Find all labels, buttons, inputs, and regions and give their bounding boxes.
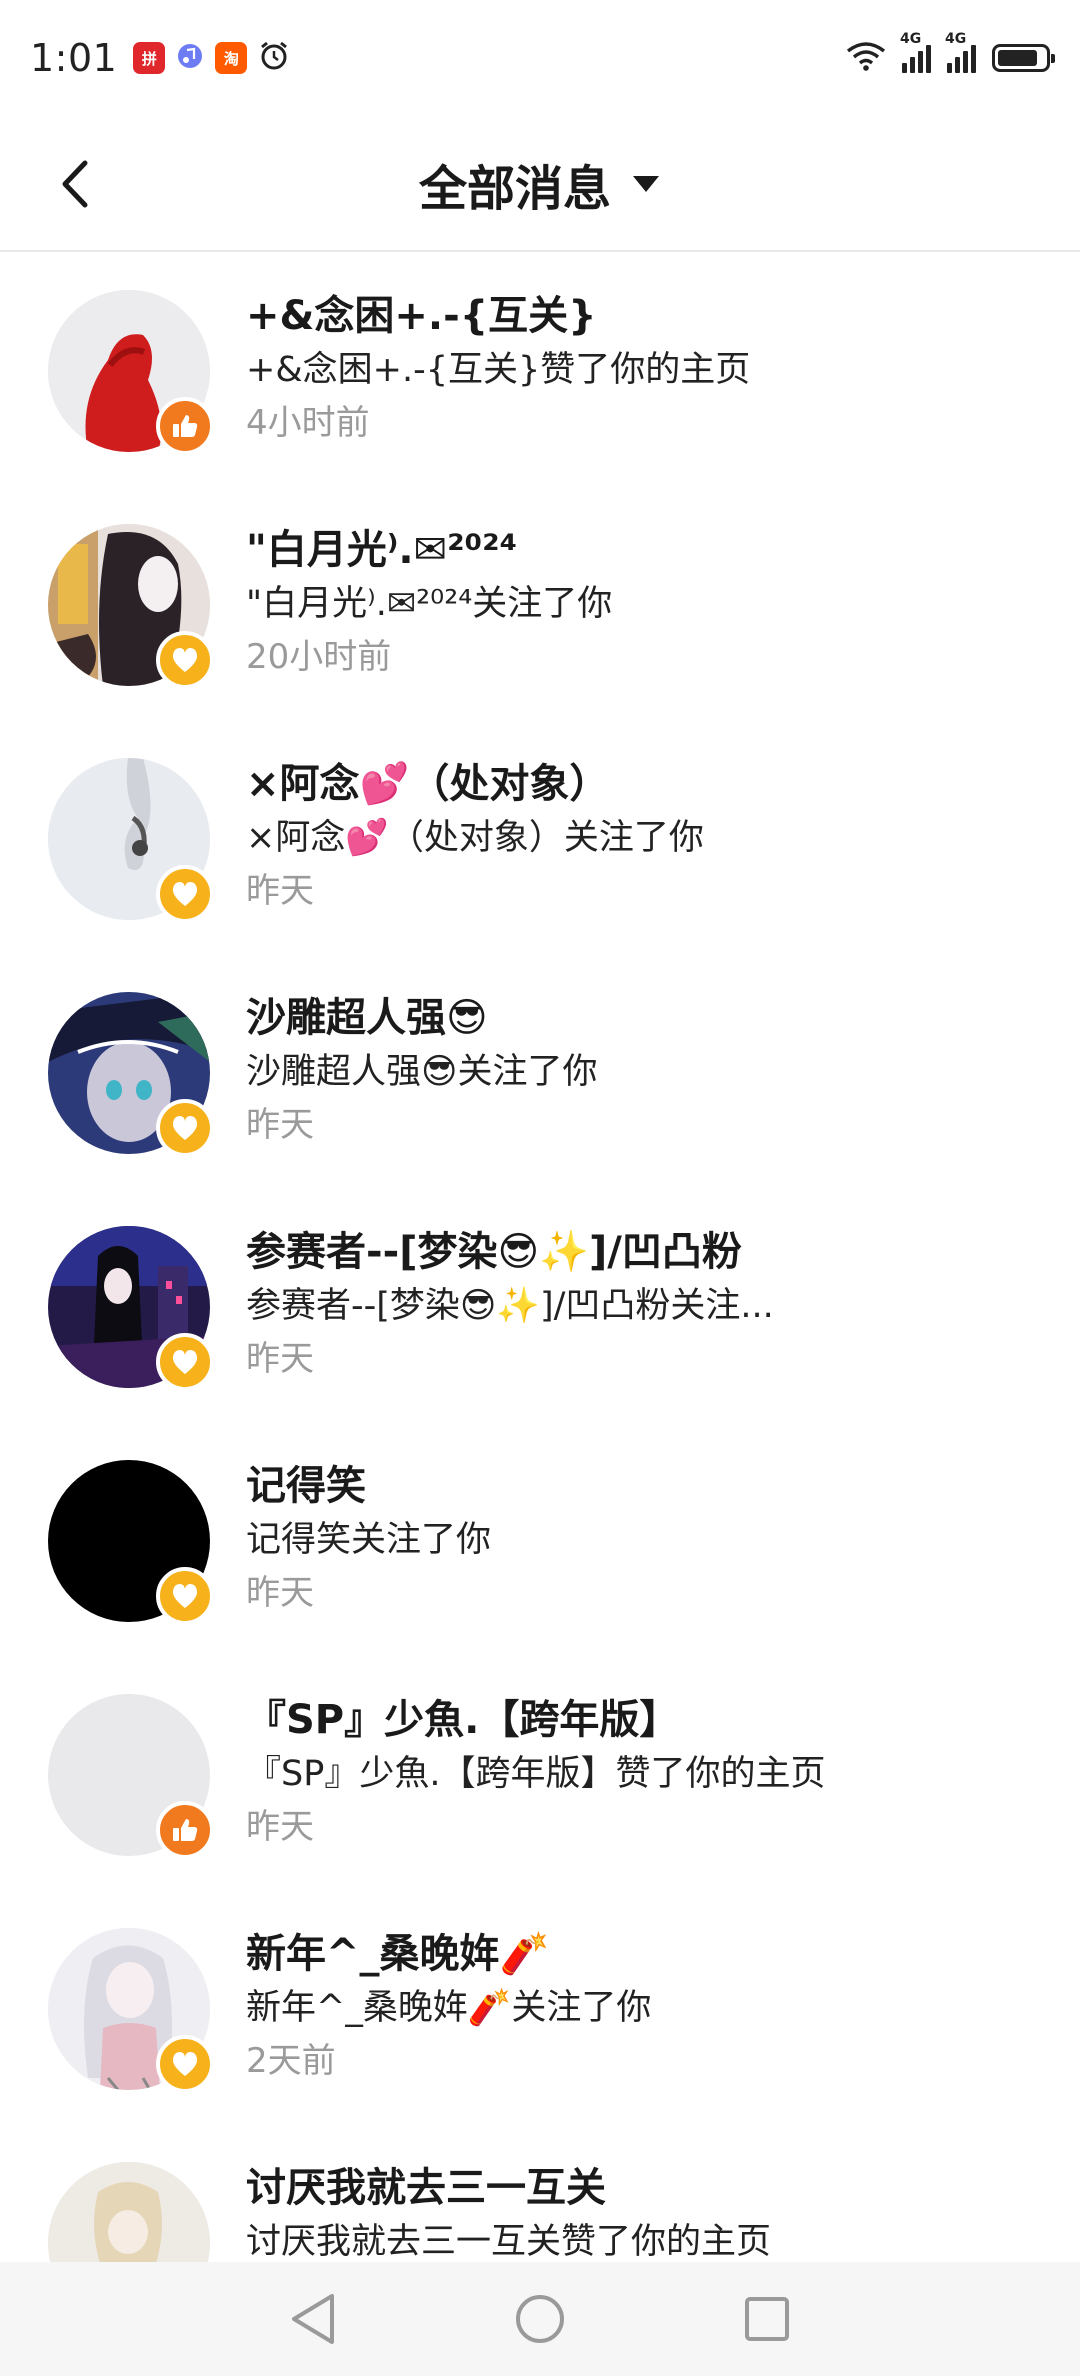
message-text: 『SP』少魚.【跨年版】 『SP』少魚.【跨年版】赞了你的主页 昨天 bbox=[246, 1692, 1040, 1854]
status-bar: 1:01 拼 淘 4G 4G bbox=[0, 0, 1080, 116]
music-app-icon bbox=[175, 41, 205, 75]
battery-icon bbox=[992, 44, 1055, 72]
caret-down-icon bbox=[633, 176, 659, 192]
signal-2-icon: 4G bbox=[945, 31, 976, 73]
like-badge-icon bbox=[156, 397, 214, 455]
recents-square-icon bbox=[744, 2297, 789, 2341]
message-desc: ×阿念💕（处对象）关注了你 bbox=[246, 818, 704, 858]
message-desc: +&念困+.-{互关}赞了你的主页 bbox=[246, 350, 751, 390]
nav-recents-button[interactable] bbox=[737, 2289, 797, 2349]
message-time: 昨天 bbox=[246, 1339, 314, 1379]
taobao-app-icon: 淘 bbox=[215, 42, 248, 74]
message-desc: 讨厌我就去三一互关赞了你的主页 bbox=[246, 2222, 772, 2262]
message-text: 讨厌我就去三一互关 讨厌我就去三一互关赞了你的主页 bbox=[246, 2160, 1040, 2268]
sender-name: 讨厌我就去三一互关 bbox=[246, 2165, 606, 2211]
follow-badge-icon bbox=[156, 631, 214, 689]
home-circle-icon bbox=[515, 2295, 564, 2343]
message-time: 昨天 bbox=[246, 1573, 314, 1613]
status-right: 4G 4G bbox=[846, 31, 1055, 75]
message-time: 昨天 bbox=[246, 871, 314, 911]
status-time: 1:01 bbox=[30, 36, 118, 80]
list-item[interactable]: "白月光⁾.✉²⁰²⁴ "白月光⁾.✉²⁰²⁴关注了你 20小时前 bbox=[0, 486, 1080, 720]
nav-back-button[interactable] bbox=[283, 2289, 343, 2349]
system-nav-bar bbox=[0, 2262, 1080, 2376]
list-item[interactable]: 新年^_桑晚姩🧨 新年^_桑晚姩🧨关注了你 2天前 bbox=[0, 1890, 1080, 2124]
follow-badge-icon bbox=[156, 1333, 214, 1391]
message-text: "白月光⁾.✉²⁰²⁴ "白月光⁾.✉²⁰²⁴关注了你 20小时前 bbox=[246, 522, 1040, 684]
message-time: 昨天 bbox=[246, 1807, 314, 1847]
wifi-icon bbox=[846, 41, 886, 75]
alarm-icon bbox=[257, 39, 291, 77]
follow-badge-icon bbox=[156, 865, 214, 923]
message-desc: 沙雕超人强😎关注了你 bbox=[246, 1052, 598, 1092]
message-list: +&念困+.-{互关} +&念困+.-{互关}赞了你的主页 4小时前 "白月光⁾… bbox=[0, 252, 1080, 2358]
message-time: 20小时前 bbox=[246, 637, 392, 677]
list-item[interactable]: ×阿念💕（处对象） ×阿念💕（处对象）关注了你 昨天 bbox=[0, 720, 1080, 954]
follow-badge-icon bbox=[156, 1099, 214, 1157]
back-triangle-icon bbox=[292, 2294, 335, 2344]
message-filter-dropdown[interactable]: 全部消息 bbox=[0, 116, 1080, 252]
like-badge-icon bbox=[156, 1801, 214, 1859]
sender-name: "白月光⁾.✉²⁰²⁴ bbox=[246, 527, 518, 573]
sender-name: 记得笑 bbox=[246, 1463, 366, 1509]
list-item[interactable]: 记得笑 记得笑关注了你 昨天 bbox=[0, 1422, 1080, 1656]
message-time: 昨天 bbox=[246, 1105, 314, 1145]
sender-name: +&念困+.-{互关} bbox=[246, 293, 597, 339]
list-item[interactable]: 沙雕超人强😎 沙雕超人强😎关注了你 昨天 bbox=[0, 954, 1080, 1188]
message-text: +&念困+.-{互关} +&念困+.-{互关}赞了你的主页 4小时前 bbox=[246, 288, 1040, 450]
message-time: 2天前 bbox=[246, 2041, 336, 2081]
sender-name: 沙雕超人强😎 bbox=[246, 995, 488, 1041]
nav-header: 全部消息 bbox=[0, 116, 1080, 252]
message-text: 沙雕超人强😎 沙雕超人强😎关注了你 昨天 bbox=[246, 990, 1040, 1152]
message-desc: 记得笑关注了你 bbox=[246, 1520, 492, 1560]
status-left: 1:01 拼 淘 bbox=[30, 36, 291, 80]
list-item[interactable]: 参赛者--[梦染😎✨]/凹凸粉 参赛者--[梦染😎✨]/凹凸粉关注... 昨天 bbox=[0, 1188, 1080, 1422]
message-text: 记得笑 记得笑关注了你 昨天 bbox=[246, 1458, 1040, 1620]
message-desc: "白月光⁾.✉²⁰²⁴关注了你 bbox=[246, 584, 613, 624]
pdd-app-icon: 拼 bbox=[133, 42, 166, 74]
message-desc: 新年^_桑晚姩🧨关注了你 bbox=[246, 1988, 652, 2028]
sender-name: 新年^_桑晚姩🧨 bbox=[246, 1931, 550, 1977]
message-desc: 参赛者--[梦染😎✨]/凹凸粉关注... bbox=[246, 1286, 774, 1326]
nav-home-button[interactable] bbox=[510, 2289, 570, 2349]
sender-name: ×阿念💕（处对象） bbox=[246, 761, 610, 807]
follow-badge-icon bbox=[156, 1567, 214, 1625]
signal-1-icon: 4G bbox=[900, 31, 931, 73]
message-time: 4小时前 bbox=[246, 403, 370, 443]
follow-badge-icon bbox=[156, 2035, 214, 2093]
list-item[interactable]: +&念困+.-{互关} +&念困+.-{互关}赞了你的主页 4小时前 bbox=[0, 252, 1080, 486]
message-desc: 『SP』少魚.【跨年版】赞了你的主页 bbox=[246, 1754, 826, 1794]
sender-name: 『SP』少魚.【跨年版】 bbox=[246, 1697, 680, 1743]
message-text: 新年^_桑晚姩🧨 新年^_桑晚姩🧨关注了你 2天前 bbox=[246, 1926, 1040, 2088]
page-title: 全部消息 bbox=[418, 161, 611, 217]
sender-name: 参赛者--[梦染😎✨]/凹凸粉 bbox=[246, 1229, 742, 1275]
message-text: 参赛者--[梦染😎✨]/凹凸粉 参赛者--[梦染😎✨]/凹凸粉关注... 昨天 bbox=[246, 1224, 1040, 1386]
list-item[interactable]: 『SP』少魚.【跨年版】 『SP』少魚.【跨年版】赞了你的主页 昨天 bbox=[0, 1656, 1080, 1890]
message-text: ×阿念💕（处对象） ×阿念💕（处对象）关注了你 昨天 bbox=[246, 756, 1040, 918]
